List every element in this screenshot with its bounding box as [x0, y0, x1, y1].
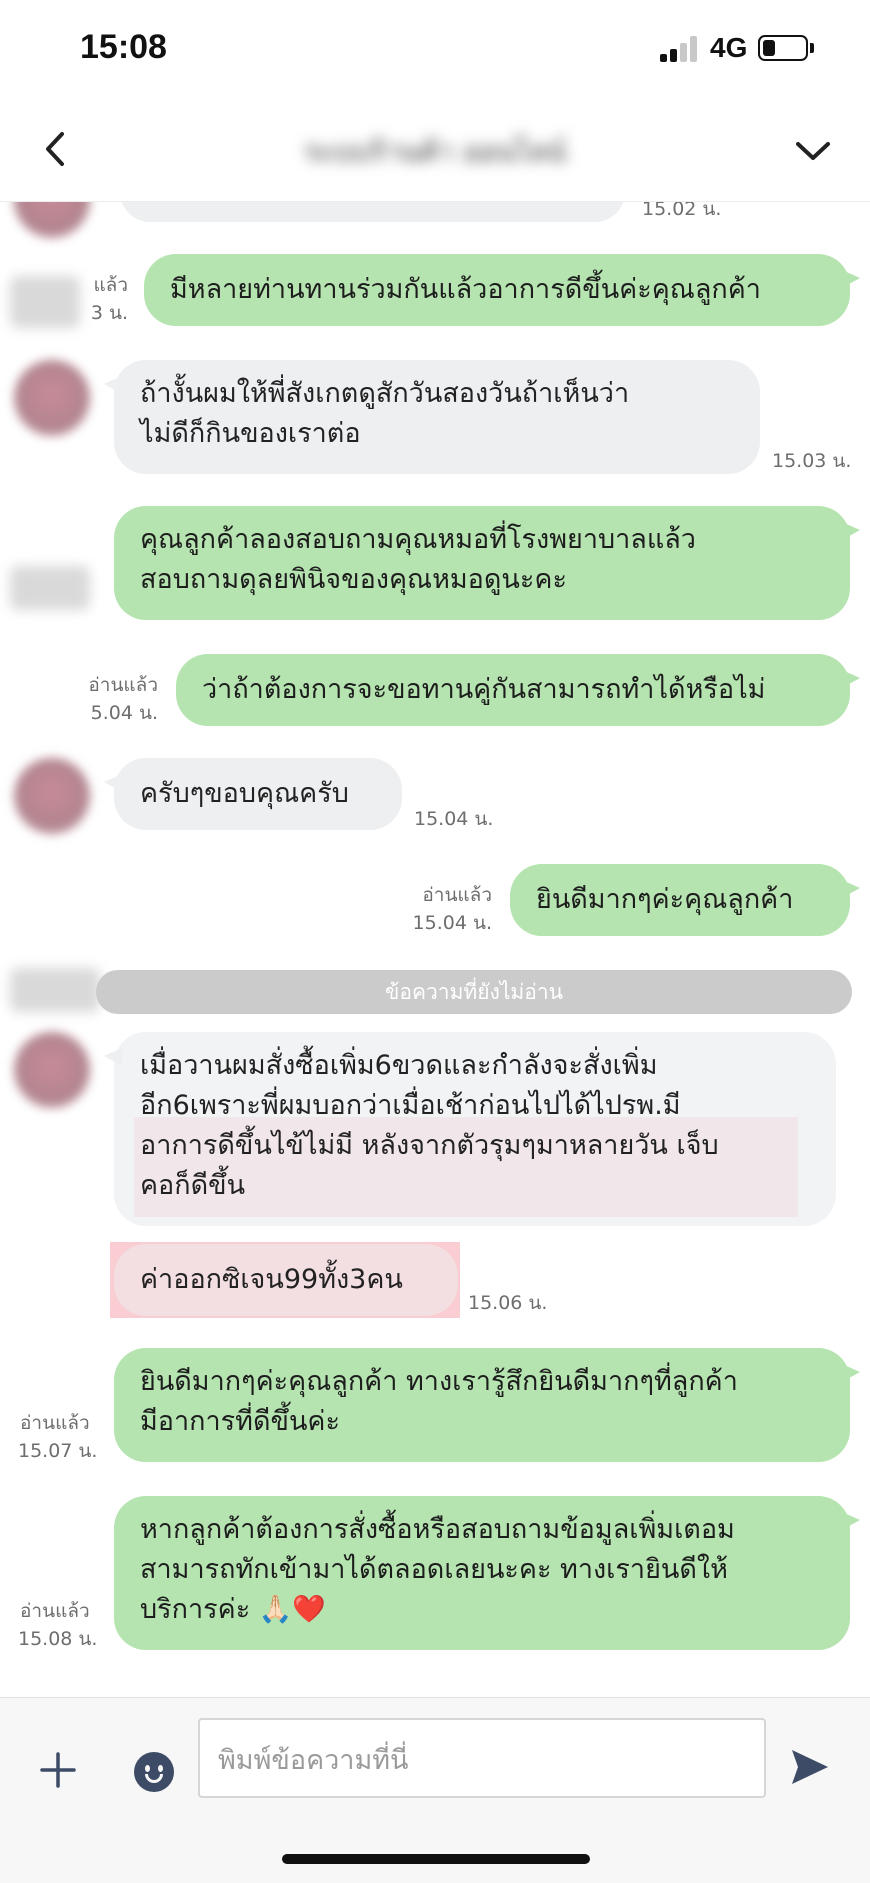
read-receipt: อ่านแล้ว: [422, 884, 492, 906]
avatar[interactable]: [14, 202, 90, 238]
chevron-down-icon[interactable]: [790, 130, 836, 170]
avatar[interactable]: [14, 360, 90, 436]
blurred-receipt: [10, 968, 100, 1012]
message-time: 15.06 น.: [468, 1292, 548, 1314]
message-time: 3 น.: [90, 302, 128, 324]
home-indicator: [282, 1854, 590, 1864]
message-bubble-incoming[interactable]: เมื่อวานผมสั่งซื้อเพิ่ม6ขวดและกำลังจะสั่…: [104, 1032, 836, 1226]
message-bubble-outgoing[interactable]: คุณลูกค้าลองสอบถามคุณหมอที่โรงพยาบาลแล้ว…: [114, 506, 860, 620]
battery-tip: [810, 43, 814, 53]
message-bubble-outgoing[interactable]: ยินดีมากๆค่ะคุณลูกค้า: [510, 864, 860, 936]
read-receipt: แล้ว: [93, 274, 128, 296]
battery-icon: [758, 35, 808, 61]
message-input[interactable]: พิมพ์ข้อความที่นี่: [198, 1718, 766, 1798]
message-time: 15.02 น.: [642, 202, 722, 220]
message-time: 15.04 น.: [412, 912, 492, 934]
message-time: 15.07 น.: [18, 1440, 98, 1462]
avatar[interactable]: [14, 1032, 90, 1108]
message-bubble-outgoing[interactable]: มีหลายท่านทานร่วมกันแล้วอาการดีขึ้นค่ะคุ…: [144, 254, 860, 326]
message-bubble-incoming[interactable]: ค่าออกซิเจน99ทั้ง3คน: [114, 1244, 458, 1316]
network-type: 4G: [710, 32, 748, 63]
message-bubble-incoming[interactable]: ถ้างั้นผมให้พี่สังเกตดูสักวันสองวันถ้าเห…: [104, 360, 760, 474]
signal-icon: [660, 36, 700, 62]
chat-area[interactable]: 15.02 น. แล้ว 3 น. มีหลายท่านทานร่วมกันแ…: [0, 202, 870, 1697]
avatar[interactable]: [14, 758, 90, 834]
message-bubble-outgoing[interactable]: หากลูกค้าต้องการสั่งซื้อหรือสอบถามข้อมูล…: [114, 1496, 860, 1650]
emoji-icon[interactable]: [134, 1752, 174, 1792]
message-bubble-incoming[interactable]: [120, 202, 625, 222]
message-time: 15.03 น.: [772, 450, 852, 472]
read-receipt: อ่านแล้ว: [88, 674, 158, 696]
status-bar: 15:08 4G: [0, 0, 870, 100]
message-bubble-outgoing[interactable]: ยินดีมากๆค่ะคุณลูกค้า ทางเรารู้สึกยินดีม…: [114, 1348, 860, 1462]
message-time: 15.04 น.: [414, 808, 494, 830]
unread-divider: ข้อความที่ยังไม่อ่าน: [96, 970, 852, 1014]
message-time: 15.08 น.: [18, 1628, 98, 1650]
back-icon[interactable]: [38, 126, 78, 172]
blurred-receipt: [10, 566, 90, 610]
message-time: 5.04 น.: [90, 702, 158, 724]
message-bubble-incoming[interactable]: ครับๆขอบคุณครับ: [104, 758, 402, 830]
contact-name: ระบบร้านค้า ออนไลน์: [303, 135, 567, 168]
plus-icon[interactable]: [38, 1750, 78, 1790]
chat-header: ระบบร้านค้า ออนไลน์: [0, 100, 870, 202]
send-icon[interactable]: [788, 1746, 830, 1788]
read-receipt: อ่านแล้ว: [20, 1600, 90, 1622]
read-receipt: อ่านแล้ว: [20, 1412, 90, 1434]
composer-bar: พิมพ์ข้อความที่นี่: [0, 1697, 870, 1883]
message-bubble-outgoing[interactable]: ว่าถ้าต้องการจะขอทานคู่กันสามารถทำได้หรื…: [176, 654, 860, 726]
status-time: 15:08: [80, 28, 167, 66]
